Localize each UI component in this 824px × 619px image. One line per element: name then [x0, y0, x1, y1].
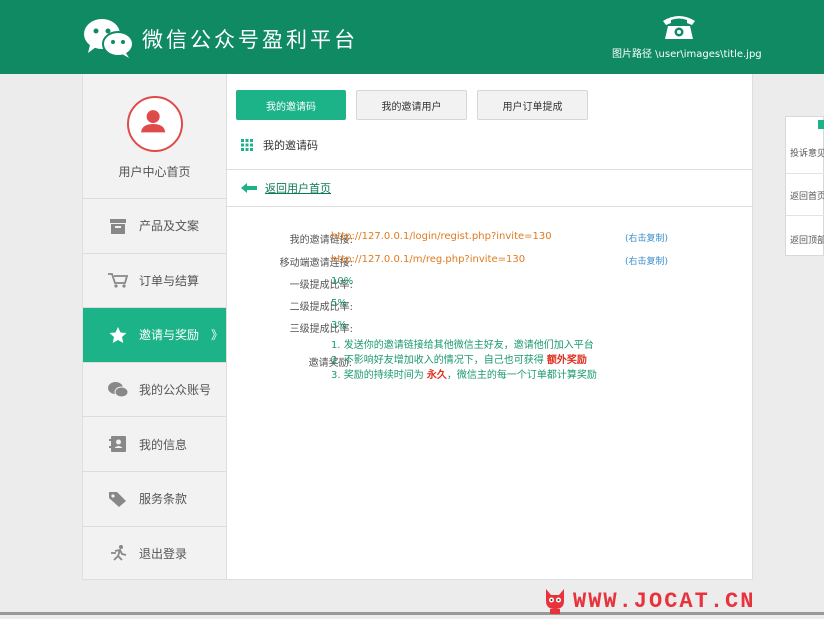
user-icon: [141, 110, 166, 133]
tag-icon: [109, 491, 126, 507]
level1-rate-value: 10%: [331, 276, 354, 287]
wechat-icon: [108, 381, 129, 398]
sidebar-item-public-accounts[interactable]: 我的公众账号: [83, 361, 226, 417]
copy-hint: (右击复制): [625, 257, 669, 267]
sidebar-item-logout[interactable]: 退出登录: [83, 525, 226, 581]
sidebar-item-invite-rewards[interactable]: 邀请与奖励 》: [83, 307, 226, 362]
sidebar-item-label: 我的公众账号: [139, 383, 212, 398]
sidebar-item-terms[interactable]: 服务条款: [83, 470, 226, 526]
tab-bar: 我的邀请码 我的邀请用户 用户订单提成: [236, 90, 588, 120]
section-title: 我的邀请码: [263, 139, 318, 152]
header-bar: 微信公众号盈利平台 图片路径 \user\images\title.jpg: [0, 0, 824, 74]
tab-my-invite-code[interactable]: 我的邀请码: [236, 90, 346, 120]
wechat-logo-icon: [84, 19, 134, 58]
sidebar-item-products[interactable]: 产品及文案: [83, 198, 226, 253]
sidebar-item-label: 我的信息: [139, 437, 188, 452]
section-heading: 我的邀请码: [241, 137, 318, 153]
reward-line-3-text: 3. 奖励的持续时间为: [331, 370, 424, 381]
tab-my-invited-users[interactable]: 我的邀请用户: [356, 90, 467, 120]
back-link-text: 返回用户首页: [265, 182, 331, 195]
reward-line-1: 1. 发送你的邀请链接给其他微信主好友，邀请他们加入平台: [331, 340, 594, 351]
back-home-link[interactable]: 返回首页: [790, 189, 824, 202]
sidebar-item-my-info[interactable]: 我的信息: [83, 416, 226, 471]
reward-description: 1. 发送你的邀请链接给其他微信主好友，邀请他们加入平台 2. 不影响好友增加收…: [331, 338, 597, 383]
back-top-link[interactable]: 返回顶部: [790, 233, 824, 246]
level2-rate-value: 5%: [331, 298, 347, 309]
watermark: WWW.JOCAT.CN: [543, 587, 755, 615]
divider: [786, 173, 824, 174]
invite-link-value[interactable]: http://127.0.0.1/login/regist.php?invite…: [331, 231, 552, 242]
reward-line-3-tail: ，微信主的每一个订单都计算奖励: [446, 370, 597, 381]
star-icon: [109, 326, 127, 343]
arrow-left-icon: [241, 183, 257, 193]
sidebar-menu: 产品及文案 订单与结算 邀请与奖励 》 我的公众账号 我的信息 服务条款 退出登…: [83, 198, 226, 580]
reward-line-2: 2. 不影响好友增加收入的情况下，自己也可获得 额外奖励: [331, 353, 597, 368]
status-badge: [818, 120, 824, 129]
tab-user-order-commission[interactable]: 用户订单提成: [477, 90, 588, 120]
chevron-right-icon: 》: [211, 328, 224, 343]
reward-line-2-text: 2. 不影响好友增加收入的情况下，自己也可获得: [331, 355, 544, 366]
archive-box-icon: [110, 218, 126, 234]
sidebar-item-label: 退出登录: [139, 546, 188, 561]
back-to-home-link[interactable]: 返回用户首页: [241, 180, 331, 196]
site-title: 微信公众号盈利平台: [142, 28, 358, 52]
reward-line-3: 3. 奖励的持续时间为 永久，微信主的每一个订单都计算奖励: [331, 368, 597, 383]
sidebar: 用户中心首页 产品及文案 订单与结算 邀请与奖励 》 我的公众账号 我的信息 服…: [82, 74, 227, 580]
cat-logo-icon: [546, 589, 564, 614]
sidebar-item-orders[interactable]: 订单与结算: [83, 252, 226, 308]
telephone-icon: [663, 16, 695, 39]
avatar[interactable]: [127, 96, 183, 152]
divider: [227, 169, 753, 170]
reward-highlight: 额外奖励: [546, 355, 587, 366]
running-person-icon: [111, 545, 127, 561]
main-panel: 我的邀请码 我的邀请用户 用户订单提成 我的邀请码 返回用户首页 我的邀请链接:…: [227, 74, 753, 580]
mobile-link-value[interactable]: http://127.0.0.1/m/reg.php?invite=130: [331, 254, 525, 265]
divider: [227, 206, 753, 207]
sidebar-item-label: 订单与结算: [139, 273, 200, 288]
floating-side-panel: 投诉意见 返回首页 返回顶部: [785, 116, 824, 256]
level3-rate-value: 3%: [331, 320, 347, 331]
user-center-link[interactable]: 用户中心首页: [83, 163, 226, 180]
grid-icon: [241, 139, 253, 151]
sidebar-item-label: 邀请与奖励: [139, 328, 200, 343]
reward-highlight: 永久: [426, 370, 447, 381]
image-path-text: 图片路径 \user\images\title.jpg: [612, 49, 762, 60]
shopping-cart-icon: [108, 273, 129, 288]
copy-hint: (右击复制): [625, 234, 669, 244]
complaint-link[interactable]: 投诉意见: [790, 146, 824, 159]
sidebar-item-label: 服务条款: [139, 492, 188, 507]
contact-card-icon: [109, 436, 126, 453]
watermark-text: WWW.JOCAT.CN: [573, 588, 756, 614]
divider: [786, 215, 824, 216]
sidebar-item-label: 产品及文案: [139, 219, 200, 234]
